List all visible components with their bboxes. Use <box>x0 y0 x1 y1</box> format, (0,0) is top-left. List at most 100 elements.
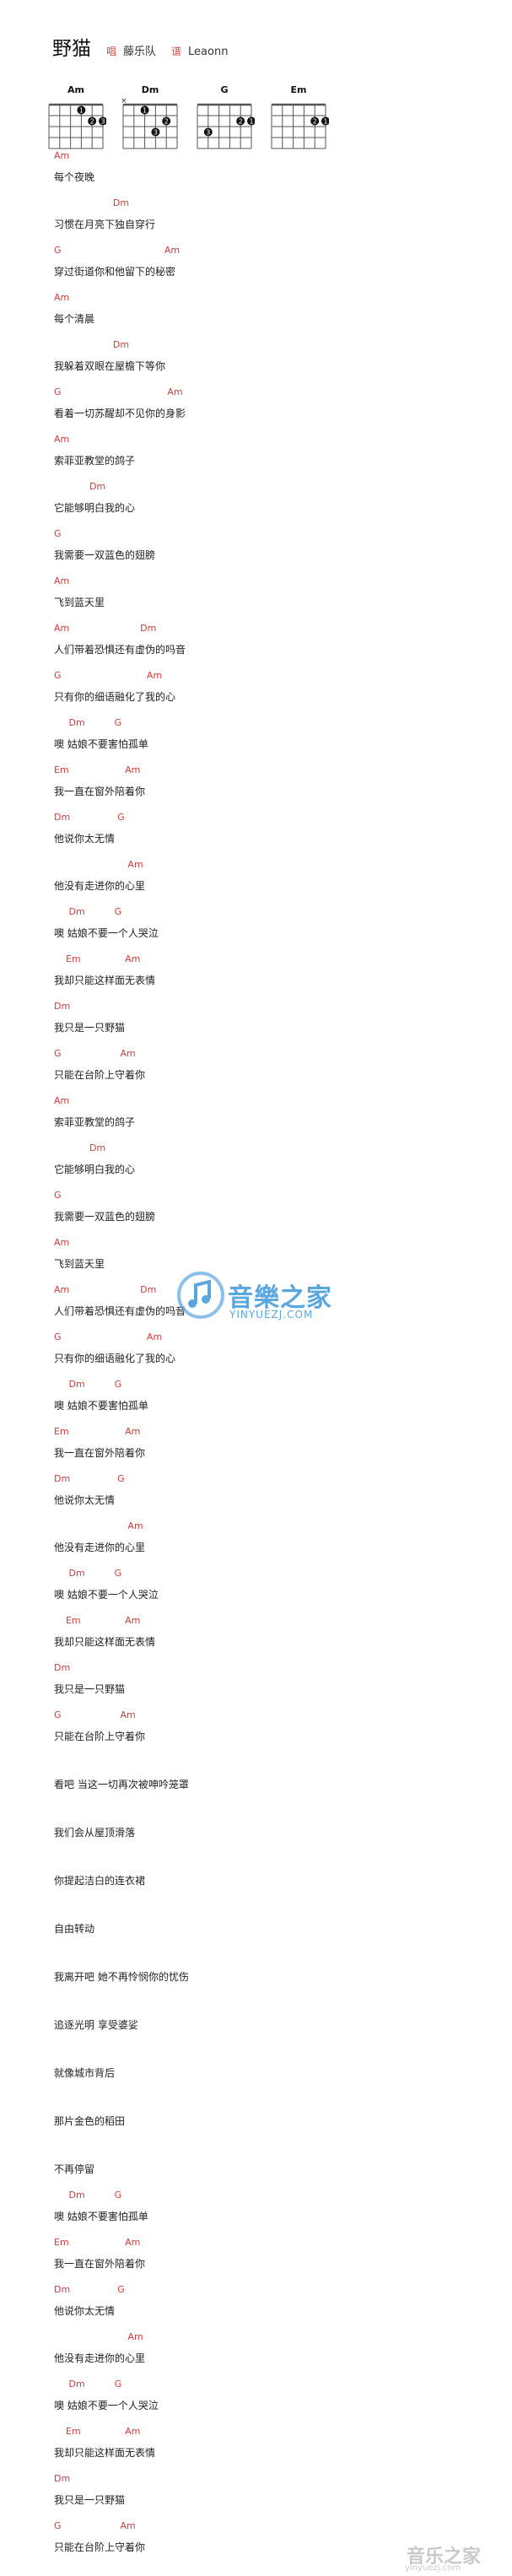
chord-line: Dm G <box>54 906 122 917</box>
chord-line: G <box>54 1190 62 1201</box>
chord-line: Dm G <box>54 2284 125 2295</box>
finger-number: 3 <box>100 118 105 126</box>
lyric-line: 噢 姑娘不要一个人哭泣 <box>54 2400 159 2411</box>
lyric-line: 我只是一只野猫 <box>54 1022 126 1034</box>
chord-grid: × 1 23 <box>121 97 178 149</box>
lyric-line: 看吧 当这一切再次被呻吟笼罩 <box>54 1779 189 1790</box>
chord-line: Em Am <box>54 1426 141 1437</box>
chord-name: Am <box>67 84 84 95</box>
lyric-line: 我躲着双眼在屋檐下等你 <box>54 360 166 372</box>
footer-logo: 音乐之家 yinyuezj.com <box>398 2541 508 2573</box>
finger-number: 2 <box>313 118 317 126</box>
finger-number: 2 <box>239 118 243 126</box>
chord-line: G Am <box>54 245 181 256</box>
finger-number: 3 <box>154 129 158 137</box>
chord-line: Am <box>54 1095 70 1106</box>
song-title: 野猫 <box>52 38 91 60</box>
lyric-line: 我们会从屋顶滑落 <box>54 1827 136 1839</box>
finger-number: 3 <box>206 129 210 137</box>
chord-line: Dm <box>54 339 130 350</box>
lyric-line: 噢 姑娘不要害怕孤单 <box>54 1400 148 1412</box>
lyric-line: 每个夜晚 <box>54 171 95 183</box>
chord-grid: 12 3 <box>197 103 255 149</box>
chord-line: Em Am <box>54 1615 141 1626</box>
chord-line: G Am <box>54 1709 136 1720</box>
chord-line: Dm <box>54 2473 71 2484</box>
chord-line: Em Am <box>54 2426 141 2437</box>
chord-line: Dm <box>54 1001 71 1012</box>
chord-line: G Am <box>54 670 163 681</box>
chord-diagram-dm: Dm × 1 2 3 <box>120 84 181 160</box>
lyric-line: 他说你太无情 <box>54 1494 116 1506</box>
lyric-line: 你提起洁白的连衣裙 <box>54 1875 146 1887</box>
chord-line: Dm G <box>54 2379 122 2390</box>
chord-line: Dm G <box>54 717 122 728</box>
lyric-line: 索菲亚教堂的鸽子 <box>54 1116 136 1128</box>
chord-line: Am <box>54 150 70 161</box>
chord-grid: 123 <box>48 103 106 149</box>
chord-line: G <box>54 528 62 539</box>
lyric-line: 他没有走进你的心里 <box>54 2352 146 2364</box>
lyric-line: 只能在台阶上守着你 <box>54 1069 146 1081</box>
lyric-line: 它能够明白我的心 <box>54 502 136 514</box>
lyric-line: 习惯在月亮下独自穿行 <box>54 219 156 230</box>
chord-line: Dm G <box>54 1379 122 1390</box>
lyric-line: 噢 姑娘不要一个人哭泣 <box>54 1589 159 1601</box>
lyric-line: 索菲亚教堂的鸽子 <box>54 455 136 467</box>
lyric-line: 看着一切苏醒却不见你的身影 <box>54 408 186 419</box>
lyric-line: 我需要一双蓝色的翅膀 <box>54 1211 156 1223</box>
lyric-line: 我一直在窗外陪着你 <box>54 2258 146 2270</box>
chord-line: G Am <box>54 386 183 397</box>
lyric-line: 他说你太无情 <box>54 2305 116 2317</box>
footer-url: yinyuezj.com <box>405 2563 461 2573</box>
chord-line: Em Am <box>54 953 141 964</box>
chord-line: Dm <box>54 1142 106 1153</box>
finger-number: 1 <box>323 118 327 126</box>
arranger-label: 谱 <box>171 46 182 57</box>
singer-name: 藤乐队 <box>123 46 157 58</box>
lyric-line: 它能够明白我的心 <box>54 1164 136 1175</box>
lyric-line: 只能在台阶上守着你 <box>54 1731 146 1742</box>
finger-number: 1 <box>143 107 147 115</box>
lyric-line: 人们带着恐惧还有虚伪的吗音 <box>54 644 186 656</box>
chord-line: Am <box>54 1520 143 1531</box>
chord-name: Dm <box>141 84 159 95</box>
lyric-line: 飞到蓝天里 <box>54 1258 105 1270</box>
lyric-line: 我却只能这样面无表情 <box>54 2447 156 2459</box>
lyric-line: 我需要一双蓝色的翅膀 <box>54 549 156 561</box>
chord-line: Em Am <box>54 764 141 775</box>
chord-line: Am <box>54 434 70 445</box>
lyric-line: 只有你的细语融化了我的心 <box>54 1353 176 1364</box>
finger-number: 2 <box>164 118 169 126</box>
lyric-line: 我一直在窗外陪着你 <box>54 786 146 797</box>
lyric-line: 他没有走进你的心里 <box>54 1542 146 1553</box>
chord-line: G Am <box>54 1048 136 1059</box>
lyric-line: 就像城市背后 <box>54 2067 116 2079</box>
lyric-line: 我一直在窗外陪着你 <box>54 1447 146 1459</box>
lyric-line: 他说你太无情 <box>54 833 116 845</box>
chord-diagram-em: Em 1 2 <box>268 84 329 160</box>
lyric-line: 他没有走进你的心里 <box>54 880 146 892</box>
lyric-line: 自由转动 <box>54 1923 95 1935</box>
finger-number: 1 <box>79 107 84 115</box>
finger-number: 1 <box>249 118 253 126</box>
chord-line: Am Dm <box>54 1284 157 1295</box>
lyric-line: 我只是一只野猫 <box>54 2494 126 2506</box>
lyric-line: 飞到蓝天里 <box>54 597 105 608</box>
lyric-line: 我只是一只野猫 <box>54 1683 126 1695</box>
singer-label: 唱 <box>106 46 117 57</box>
lyric-line: 穿过街道你和他留下的秘密 <box>54 266 176 278</box>
chord-line: Dm G <box>54 812 125 823</box>
chord-name: G <box>220 84 229 95</box>
watermark-url: YINYUEZJ.COM <box>229 1309 314 1320</box>
chord-diagram-g: G 12 3 <box>194 84 255 160</box>
lyric-line: 我却只能这样面无表情 <box>54 975 156 986</box>
chord-line: Dm G <box>54 1473 125 1484</box>
chord-line: Dm <box>54 197 130 208</box>
chord-line: Am <box>54 575 70 586</box>
lyric-line: 追逐光明 享受婆娑 <box>54 2019 138 2031</box>
chord-line: Dm <box>54 481 106 492</box>
chord-line: Am Dm <box>54 623 157 634</box>
chord-line: G Am <box>54 1331 163 1342</box>
lyric-line: 只有你的细语融化了我的心 <box>54 691 176 703</box>
